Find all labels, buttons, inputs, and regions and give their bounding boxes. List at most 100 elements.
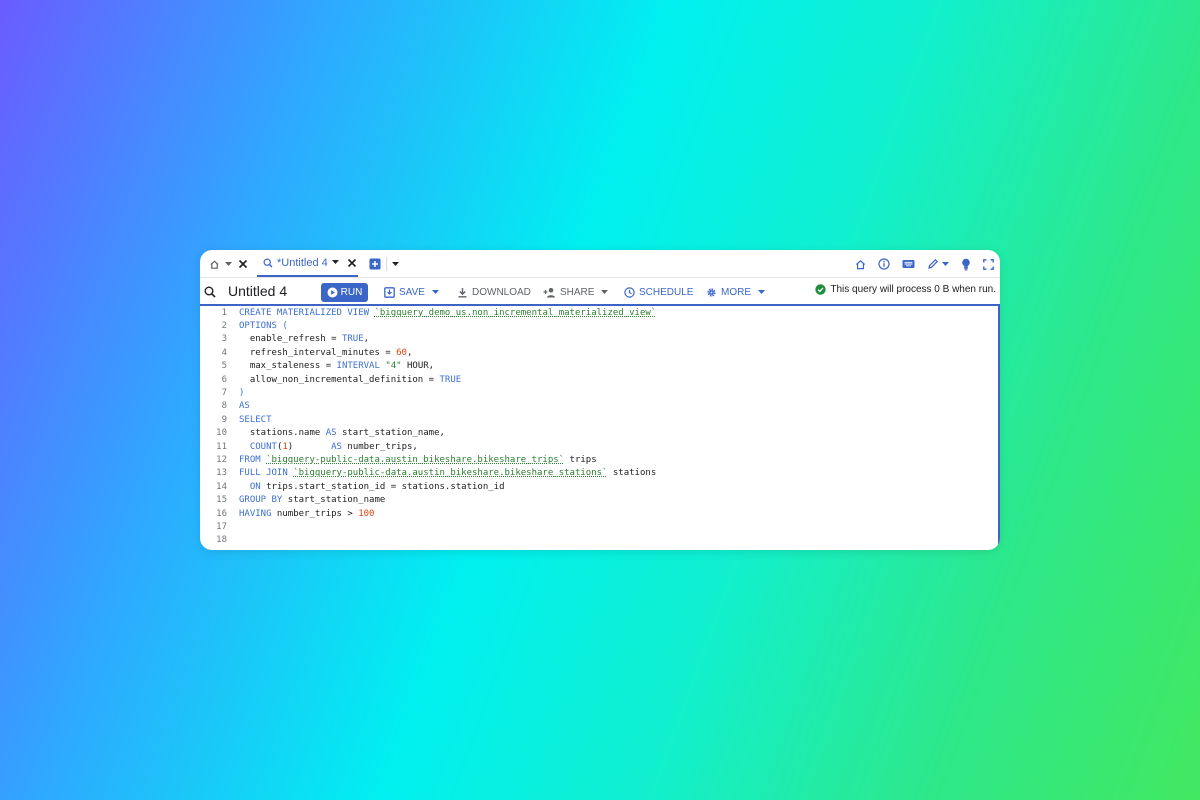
save-button[interactable]: SAVE <box>384 283 439 302</box>
code-token: allow_non_incremental_definition = <box>239 374 440 385</box>
line-number: 6 <box>221 374 227 385</box>
page-background: { "tabbar": { "active_tab_label": "*Unti… <box>0 0 1200 800</box>
line-number: 10 <box>216 428 227 439</box>
query-toolbar: Untitled 4 RUN SAVE DOWNLOAD SHARE SCHED… <box>200 278 1000 306</box>
code-token: `bigquery-public-data.austin_bikeshare.b… <box>293 468 608 479</box>
lightbulb-icon[interactable] <box>961 258 971 271</box>
code-token: number_trips > <box>271 508 359 519</box>
code-token: COUNT <box>249 441 277 452</box>
line-number: 13 <box>216 468 227 479</box>
tab-bar: *Untitled 4 <box>200 250 1000 278</box>
line-number: 14 <box>216 481 227 492</box>
code-token: trips.start_station_id = stations.statio… <box>260 481 505 492</box>
code-line[interactable]: 1 CREATE MATERIALIZED VIEW `bigquery_demo… <box>200 307 990 320</box>
code-line[interactable]: 2 OPTIONS ( <box>200 320 990 333</box>
share-button[interactable]: SHARE <box>543 283 609 302</box>
code-token: 60 <box>396 347 407 358</box>
home-icon[interactable] <box>208 258 220 270</box>
code-text: AS <box>239 400 250 413</box>
code-line[interactable]: 5 max_staleness = INTERVAL "4" HOUR, <box>200 360 990 373</box>
code-line[interactable]: 17 <box>200 521 990 534</box>
tabbar-right-icons <box>855 250 994 278</box>
query-editor-icon <box>204 286 216 298</box>
code-token: start_station_name <box>282 495 386 506</box>
code-text: SELECT <box>239 414 272 427</box>
more-label: MORE <box>721 287 751 298</box>
code-token: HOUR, <box>401 361 435 372</box>
more-chevron-down-icon <box>758 290 765 295</box>
code-line[interactable]: 13 FULL JOIN `bigquery-public-data.austin… <box>200 467 990 480</box>
code-token: max_staleness = <box>239 361 337 372</box>
share-chevron-down-icon <box>601 290 609 295</box>
code-text: FROM `bigquery-public-data.austin_bikesh… <box>239 454 597 467</box>
code-token: GROUP BY <box>239 495 283 506</box>
check-circle-icon <box>815 284 827 295</box>
close-icon[interactable] <box>238 259 248 269</box>
code-token: ON <box>239 481 261 492</box>
code-line[interactable]: 18 <box>200 534 990 547</box>
code-token: start_station_name, <box>336 428 445 439</box>
code-line[interactable]: 10 stations.name AS start_station_name, <box>200 427 990 440</box>
code-line[interactable]: 7) <box>200 387 990 400</box>
fullscreen-icon[interactable] <box>983 258 994 270</box>
code-line[interactable]: 3 enable_refresh = TRUE, <box>200 333 990 346</box>
code-token: , <box>406 347 413 358</box>
code-line[interactable]: 16 HAVING number_trips > 100 <box>200 508 990 521</box>
code-text: enable_refresh = TRUE, <box>239 333 369 346</box>
line-number: 3 <box>221 334 227 345</box>
line-number: 2 <box>221 320 227 331</box>
query-validation-status: This query will process 0 B when run. <box>815 284 996 295</box>
code-line[interactable]: 9 SELECT <box>200 414 990 427</box>
add-person-icon <box>543 287 556 298</box>
schedule-button[interactable]: SCHEDULE <box>624 283 693 302</box>
add-icon[interactable] <box>369 258 381 270</box>
code-token: refresh_interval_minutes = <box>239 347 397 358</box>
sql-code-editor[interactable]: 1 CREATE MATERIALIZED VIEW `bigquery_demo… <box>200 306 1000 550</box>
line-number: 8 <box>221 401 227 412</box>
clock-icon <box>624 287 635 298</box>
code-line[interactable]: 11 COUNT(1) AS number_trips, <box>200 441 990 454</box>
query-icon <box>263 257 273 268</box>
code-text: OPTIONS ( <box>239 320 288 333</box>
code-token: AS <box>325 428 337 439</box>
tab-untitled-4[interactable]: *Untitled 4 <box>257 250 358 277</box>
tab-close-icon[interactable] <box>347 258 357 268</box>
code-text: allow_non_incremental_definition = TRUE <box>239 374 461 387</box>
info-icon[interactable] <box>878 258 890 270</box>
code-text: CREATE MATERIALIZED VIEW `bigquery_demo_… <box>239 307 656 320</box>
code-line[interactable]: 12 FROM `bigquery-public-data.austin_bike… <box>200 454 990 467</box>
code-token: ) <box>239 387 245 398</box>
code-token: ) <box>287 441 332 452</box>
query-title[interactable]: Untitled 4 <box>228 283 287 299</box>
code-line[interactable]: 4 refresh_interval_minutes = 60, <box>200 347 990 360</box>
code-line[interactable]: 15 GROUP BY start_station_name <box>200 494 990 507</box>
code-token: `bigquery_demo_us.non_incremental_materi… <box>374 307 657 318</box>
play-icon <box>327 287 338 298</box>
more-button[interactable]: MORE <box>706 283 765 302</box>
code-text: COUNT(1) AS number_trips, <box>239 441 418 454</box>
code-line[interactable]: 6 allow_non_incremental_definition = TRU… <box>200 374 990 387</box>
code-text: stations.name AS start_station_name, <box>239 427 445 440</box>
download-label: DOWNLOAD <box>472 287 531 298</box>
gear-icon <box>706 287 717 298</box>
code-token: INTERVAL <box>336 361 386 372</box>
code-line[interactable]: 14 ON trips.start_station_id = stations.… <box>200 481 990 494</box>
code-token: number_trips, <box>341 441 418 452</box>
pen-icon[interactable] <box>927 258 949 270</box>
line-number: 15 <box>216 495 227 506</box>
code-token: `bigquery-public-data.austin_bikeshare.b… <box>266 454 565 465</box>
code-token: , <box>363 334 370 345</box>
run-button[interactable]: RUN <box>321 283 368 302</box>
keyboard-icon[interactable] <box>902 259 915 269</box>
run-label: RUN <box>340 287 363 298</box>
new-tab-chevron-down-icon[interactable] <box>391 260 399 268</box>
line-number: 18 <box>216 535 227 546</box>
download-button[interactable]: DOWNLOAD <box>457 283 531 302</box>
code-line[interactable]: 8 AS <box>200 400 990 413</box>
code-token: stations.name <box>239 428 326 439</box>
home-outline-icon[interactable] <box>855 259 866 270</box>
code-token: CREATE MATERIALIZED VIEW <box>239 307 375 318</box>
tab-chevron-down-icon[interactable] <box>331 260 339 265</box>
code-token: OPTIONS ( <box>239 320 288 331</box>
chevron-down-icon[interactable] <box>224 260 232 268</box>
